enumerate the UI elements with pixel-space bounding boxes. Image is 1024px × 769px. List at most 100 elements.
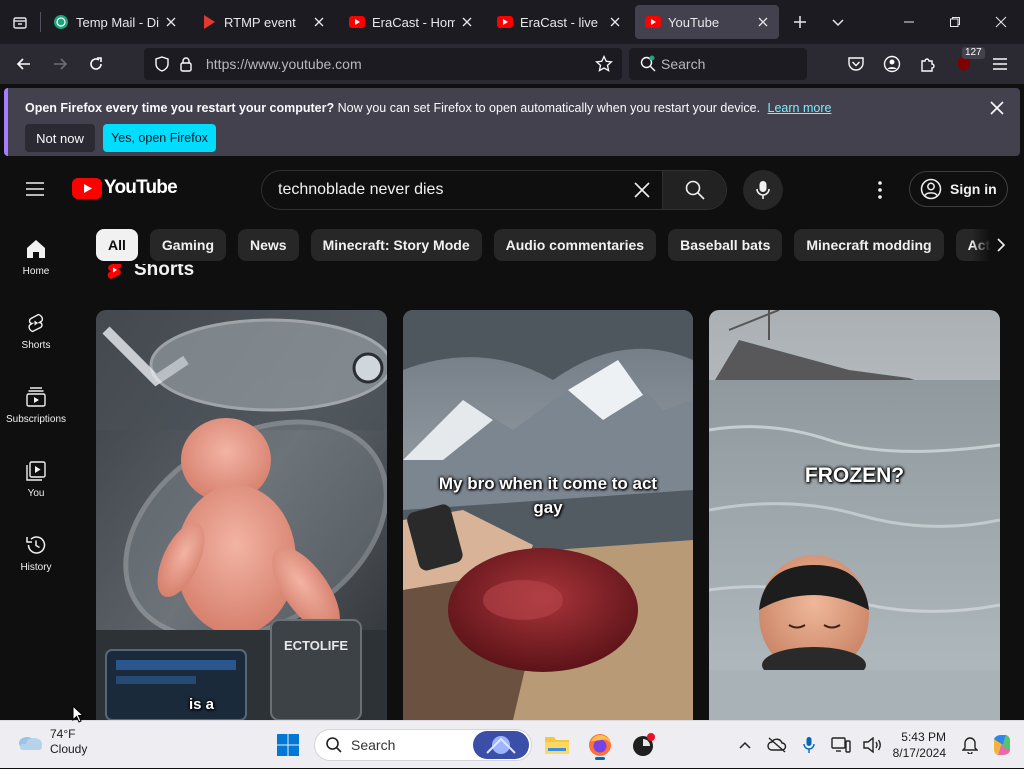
tab-title: EraCast - Home (372, 14, 455, 30)
shorts-title: Shorts (134, 264, 195, 280)
folder-icon (545, 737, 569, 754)
chips-next-button[interactable] (972, 229, 1018, 261)
sidebar-item-you[interactable]: You (0, 440, 72, 514)
close-icon[interactable] (459, 14, 475, 30)
chip-minecraft-story-mode[interactable]: Minecraft: Story Mode (310, 229, 482, 261)
windows-logo-icon (277, 734, 299, 756)
bookmark-star-icon[interactable] (592, 52, 616, 76)
sign-in-label: Sign in (950, 181, 997, 197)
chevron-down-icon (832, 19, 844, 27)
search-icon (326, 737, 342, 753)
chip-minecraft-modding[interactable]: Minecraft modding (794, 229, 944, 261)
notifications-button[interactable] (954, 729, 986, 761)
chip-gaming[interactable]: Gaming (149, 229, 227, 261)
volume-tray-button[interactable] (857, 729, 889, 761)
restore-icon (950, 17, 960, 27)
tab-list-icon (13, 17, 27, 29)
settings-menu-button[interactable] (868, 178, 892, 202)
taskbar-search[interactable]: Search (314, 729, 532, 761)
short-thumbnail-baby-pod: ECTOLIFE (96, 310, 387, 720)
puzzle-icon (921, 58, 935, 72)
close-icon[interactable] (607, 14, 623, 30)
search-highlight-image (473, 731, 529, 759)
close-window-button[interactable] (978, 0, 1024, 44)
url-bar[interactable]: https://www.youtube.com (144, 48, 622, 80)
account-button[interactable] (874, 46, 910, 82)
reload-button[interactable] (78, 46, 114, 82)
show-hidden-icons-button[interactable] (729, 729, 761, 761)
copilot-button[interactable] (986, 729, 1018, 761)
pocket-button[interactable] (838, 46, 874, 82)
guide-menu-icon[interactable] (24, 178, 46, 200)
chip-audio-commentaries[interactable]: Audio commentaries (493, 229, 657, 261)
onedrive-button[interactable] (761, 729, 793, 761)
new-tab-button[interactable] (781, 0, 819, 44)
sidebar-item-label: You (27, 488, 45, 499)
sign-in-button[interactable]: Sign in (909, 171, 1008, 207)
close-icon[interactable] (163, 14, 179, 30)
firefox-taskbar-button[interactable] (584, 729, 616, 761)
clear-search-button[interactable] (622, 171, 662, 209)
app-menu-button[interactable] (982, 46, 1018, 82)
sidebar-item-label: History (20, 562, 52, 573)
voice-search-button[interactable] (743, 170, 783, 210)
not-now-button[interactable]: Not now (25, 124, 95, 152)
chip-baseball-bats[interactable]: Baseball bats (668, 229, 783, 261)
subscriptions-icon (26, 387, 46, 407)
sidebar-item-history[interactable]: History (0, 514, 72, 588)
learn-more-link[interactable]: Learn more (768, 101, 832, 115)
tab-rtmp-event[interactable]: RTMP event (191, 5, 335, 39)
short-video-card[interactable]: FROZEN? (709, 310, 1000, 720)
short-video-card[interactable]: ECTOLIFE is a (96, 310, 387, 720)
short-video-card[interactable]: My bro when it come to act gay (403, 310, 693, 720)
list-all-tabs-button[interactable] (819, 0, 857, 44)
extensions-button[interactable] (910, 46, 946, 82)
search-icon (685, 180, 705, 200)
minimize-button[interactable] (886, 0, 932, 44)
microphone-icon (756, 181, 770, 199)
sidebar-item-label: Home (22, 266, 50, 277)
reload-icon (90, 57, 102, 70)
weather-widget[interactable]: 74°F Cloudy (16, 727, 87, 757)
search-button[interactable] (662, 171, 726, 209)
tracking-protection-shield-icon[interactable] (150, 52, 174, 76)
chip-all[interactable]: All (96, 229, 138, 261)
close-icon[interactable] (311, 14, 327, 30)
back-button[interactable] (6, 46, 42, 82)
app-taskbar-button[interactable] (628, 729, 660, 761)
cloud-offline-icon (766, 737, 786, 753)
sidebar-item-home[interactable]: Home (0, 218, 72, 292)
sidebar-item-subscriptions[interactable]: Subscriptions (0, 366, 72, 440)
close-icon[interactable] (755, 14, 771, 30)
tab-eracast-live[interactable]: EraCast - live (487, 5, 631, 39)
sidebar-item-label: Subscriptions (5, 414, 67, 425)
search-engine-icon (640, 55, 656, 72)
microphone-icon (802, 737, 815, 753)
clock-date: 8/17/2024 (892, 746, 946, 760)
short-caption: is a (188, 696, 215, 713)
microphone-tray-button[interactable] (793, 729, 825, 761)
file-explorer-button[interactable] (541, 729, 573, 761)
clock[interactable]: 5:43 PM 8/17/2024 (893, 729, 946, 761)
tab-list-button[interactable] (0, 0, 40, 44)
yes-open-firefox-button[interactable]: Yes, open Firefox (103, 124, 216, 152)
start-button[interactable] (272, 729, 304, 761)
search-input[interactable]: technoblade never dies (262, 181, 622, 199)
tab-temp-mail[interactable]: Temp Mail - Disposable (43, 5, 187, 39)
minimize-icon (904, 21, 914, 23)
lock-icon[interactable] (174, 52, 198, 76)
sidebar-item-shorts[interactable]: Shorts (0, 292, 72, 366)
network-tray-button[interactable] (825, 729, 857, 761)
arrow-left-icon (16, 58, 30, 70)
tab-youtube[interactable]: YouTube (635, 5, 779, 39)
web-search-bar[interactable]: Search (629, 48, 807, 80)
tab-eracast-home[interactable]: EraCast - Home (339, 5, 483, 39)
ublock-extension-button[interactable]: 127 (946, 46, 985, 82)
youtube-search-box[interactable]: technoblade never dies (261, 170, 727, 210)
chip-news[interactable]: News (238, 229, 299, 261)
pocket-icon (848, 57, 864, 71)
youtube-logo[interactable]: YouTube (72, 177, 178, 199)
forward-button[interactable] (42, 46, 78, 82)
close-icon[interactable] (988, 99, 1006, 117)
restore-button[interactable] (932, 0, 978, 44)
